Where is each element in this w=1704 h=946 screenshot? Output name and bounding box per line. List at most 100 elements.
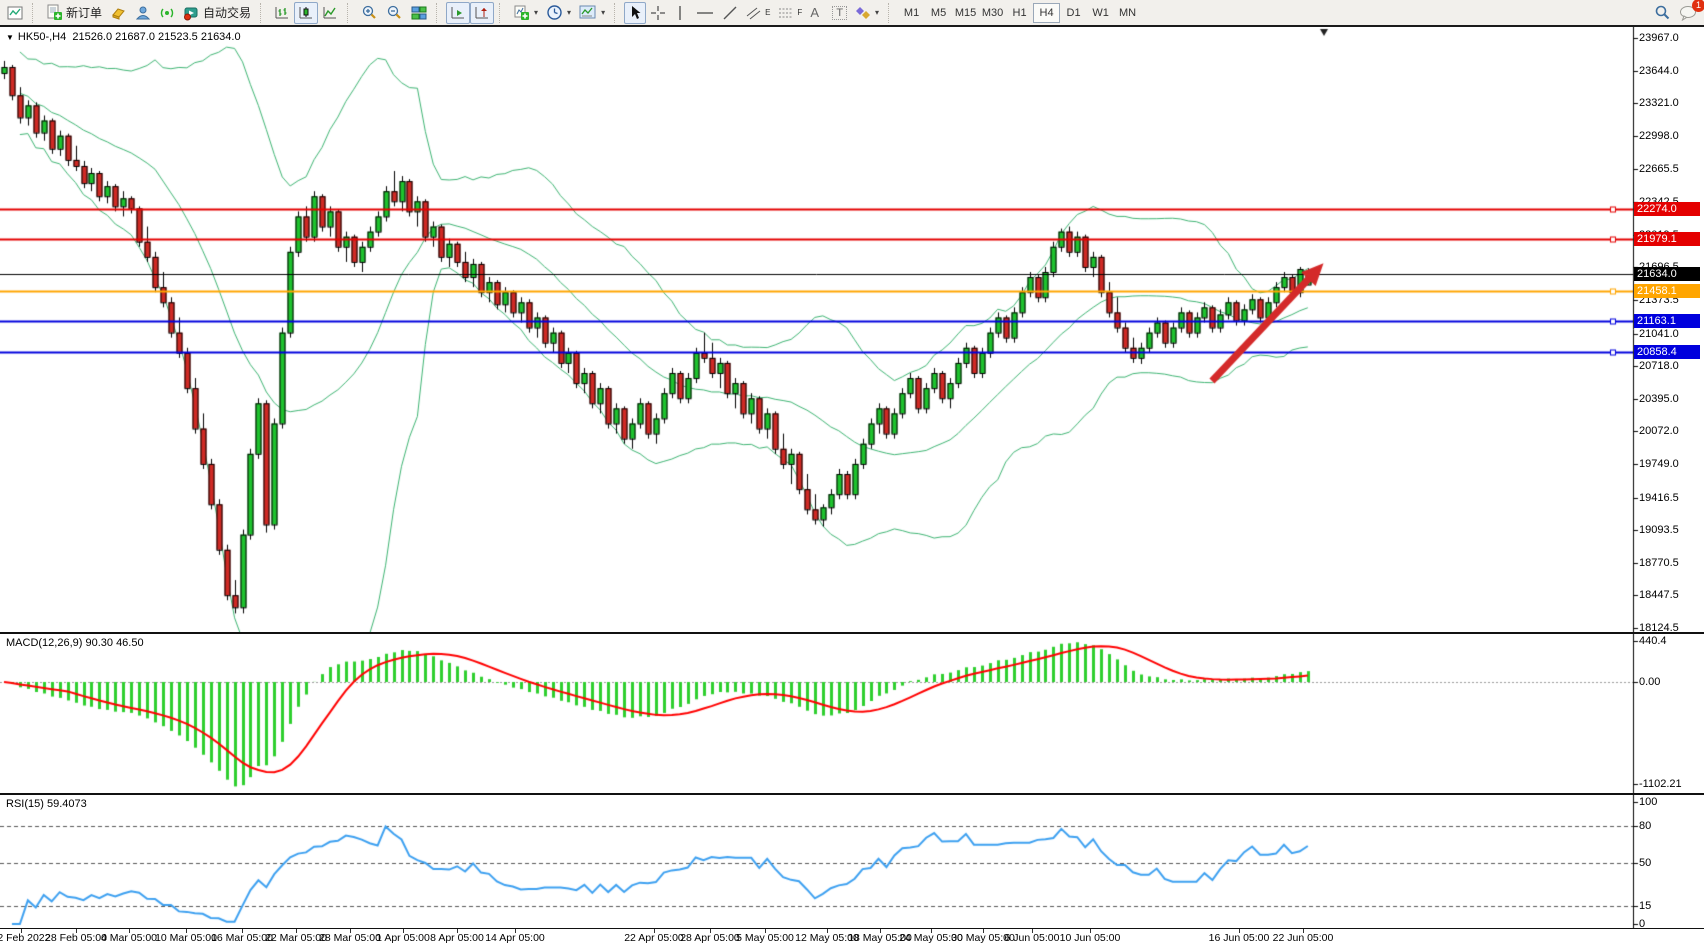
chevron-down-icon: ▾ xyxy=(534,8,538,17)
price-axis-tick: 23644.0 xyxy=(1639,65,1679,77)
arrows-button[interactable]: ▾ xyxy=(851,2,883,24)
candlestick-icon xyxy=(298,5,314,21)
timeframe-w1[interactable]: W1 xyxy=(1087,3,1114,23)
macd-header: MACD(12,26,9) 90.30 46.50 xyxy=(6,637,144,649)
rsi-name: RSI(15) xyxy=(6,798,44,810)
timeframe-m5[interactable]: M5 xyxy=(925,3,952,23)
main-chart-panel: ▼HK50-,H4 21526.0 21687.0 21523.5 21634.… xyxy=(0,27,1704,632)
templates-button[interactable]: ▾ xyxy=(575,2,609,24)
candlestick-chart[interactable] xyxy=(0,27,1704,632)
channel-icon xyxy=(746,6,762,20)
time-axis-label: 22 Feb 2022 xyxy=(0,932,50,944)
text-label-button[interactable]: T xyxy=(828,2,851,24)
chart-shift-button[interactable] xyxy=(470,2,494,24)
horizontal-line-button[interactable] xyxy=(692,2,718,24)
chevron-down-icon: ▾ xyxy=(601,8,605,17)
timeframe-d1[interactable]: D1 xyxy=(1060,3,1087,23)
time-axis-label: 22 Mar 05:00 xyxy=(265,932,327,944)
zoom-in-icon xyxy=(361,4,378,21)
chart-ohlc-header: ▼HK50-,H4 21526.0 21687.0 21523.5 21634.… xyxy=(6,31,241,43)
search-icon xyxy=(1654,4,1671,21)
time-axis-label: 22 Jun 05:00 xyxy=(1273,932,1334,944)
line-chart-button[interactable] xyxy=(318,2,342,24)
price-axis-tick: 18447.5 xyxy=(1639,589,1679,601)
user-icon xyxy=(135,5,151,21)
rsi-header: RSI(15) 59.4073 xyxy=(6,798,87,810)
fibonacci-button[interactable]: F xyxy=(774,2,806,24)
price-axis-tick: 20718.0 xyxy=(1639,360,1679,372)
zoom-out-button[interactable] xyxy=(382,2,407,24)
price-axis-tick: 20395.0 xyxy=(1639,393,1679,405)
timeframe-h1[interactable]: H1 xyxy=(1006,3,1033,23)
timeframe-m30[interactable]: M30 xyxy=(979,3,1006,23)
price-axis-tick: 22998.0 xyxy=(1639,130,1679,142)
trading-platform-window: { "toolbar": { "new_order_label": "新订单",… xyxy=(0,0,1704,946)
timeframe-m1[interactable]: M1 xyxy=(898,3,925,23)
time-axis-label: 8 Apr 05:00 xyxy=(430,932,484,944)
channel-letter: E xyxy=(765,8,770,17)
collapse-triangle-icon[interactable]: ▼ xyxy=(6,33,14,42)
macd-axis-tick: 0.00 xyxy=(1639,676,1660,688)
chart-open: 21526.0 xyxy=(72,31,112,43)
level-price-label: 22274.0 xyxy=(1634,202,1700,216)
chart-window-icon[interactable] xyxy=(3,2,27,24)
periods-button[interactable]: ▾ xyxy=(542,2,575,24)
price-axis-tick: 22665.5 xyxy=(1639,163,1679,175)
timeframe-h4[interactable]: H4 xyxy=(1033,3,1060,23)
time-axis-label: 28 Apr 05:00 xyxy=(680,932,740,944)
add-indicator-icon xyxy=(513,4,530,21)
market-depth-button[interactable] xyxy=(106,2,131,24)
crosshair-button[interactable] xyxy=(646,2,670,24)
signal-icon xyxy=(159,5,175,21)
auto-scroll-icon xyxy=(450,5,466,21)
auto-scroll-button[interactable] xyxy=(446,2,470,24)
cursor-icon xyxy=(628,5,642,20)
rsi-axis-tick: 80 xyxy=(1639,820,1651,832)
notifications-button[interactable]: 1 xyxy=(1675,2,1701,24)
macd-axis-tick: -1102.21 xyxy=(1639,778,1682,790)
bar-chart-icon xyxy=(274,5,290,21)
vertical-line-button[interactable] xyxy=(670,2,692,24)
price-axis-tick: 23321.0 xyxy=(1639,97,1679,109)
text-button[interactable]: A xyxy=(806,2,828,24)
rsi-chart[interactable] xyxy=(0,795,1704,928)
timeframe-mn[interactable]: MN xyxy=(1114,3,1141,23)
zoom-in-button[interactable] xyxy=(357,2,382,24)
auto-trading-icon xyxy=(183,5,200,21)
chart-high: 21687.0 xyxy=(115,31,155,43)
time-axis-label: 10 Jun 05:00 xyxy=(1060,932,1121,944)
time-axis[interactable]: 22 Feb 202228 Feb 05:004 Mar 05:0010 Mar… xyxy=(0,928,1704,946)
tile-windows-button[interactable] xyxy=(407,2,431,24)
trendline-button[interactable] xyxy=(718,2,742,24)
time-axis-label: 5 May 05:00 xyxy=(736,932,794,944)
macd-chart[interactable] xyxy=(0,634,1704,793)
trendline-icon xyxy=(722,5,738,21)
time-axis-label: 10 Mar 05:00 xyxy=(155,932,217,944)
auto-trading-label: 自动交易 xyxy=(203,4,251,21)
level-price-label: 21458.1 xyxy=(1634,284,1700,298)
time-axis-label: 28 Mar 05:00 xyxy=(319,932,381,944)
equidistant-channel-button[interactable]: E xyxy=(742,2,774,24)
new-order-button[interactable]: 新订单 xyxy=(42,2,106,24)
level-price-label: 21634.0 xyxy=(1634,267,1700,281)
level-price-label: 21979.1 xyxy=(1634,232,1700,246)
toolbar: 新订单 自动交易 xyxy=(0,0,1704,27)
chart-symbol-period: HK50-,H4 xyxy=(18,31,66,43)
accounts-button[interactable] xyxy=(131,2,155,24)
price-axis-tick: 21041.0 xyxy=(1639,328,1679,340)
auto-trading-button[interactable]: 自动交易 xyxy=(179,2,255,24)
time-axis-label: 16 Mar 05:00 xyxy=(211,932,273,944)
text-label-icon: T xyxy=(832,6,847,20)
search-button[interactable] xyxy=(1650,2,1675,24)
timeframe-m15[interactable]: M15 xyxy=(952,3,979,23)
timeframe-group: M1M5M15M30H1H4D1W1MN xyxy=(895,0,1144,26)
indicators-button[interactable]: ▾ xyxy=(509,2,542,24)
notification-badge: 1 xyxy=(1692,0,1704,12)
signals-button[interactable] xyxy=(155,2,179,24)
bar-chart-button[interactable] xyxy=(270,2,294,24)
template-icon xyxy=(579,5,597,20)
candlestick-chart-button[interactable] xyxy=(294,2,318,24)
time-axis-label: 28 Feb 05:00 xyxy=(45,932,107,944)
cursor-button[interactable] xyxy=(624,2,646,24)
price-axis-tick: 20072.0 xyxy=(1639,425,1679,437)
